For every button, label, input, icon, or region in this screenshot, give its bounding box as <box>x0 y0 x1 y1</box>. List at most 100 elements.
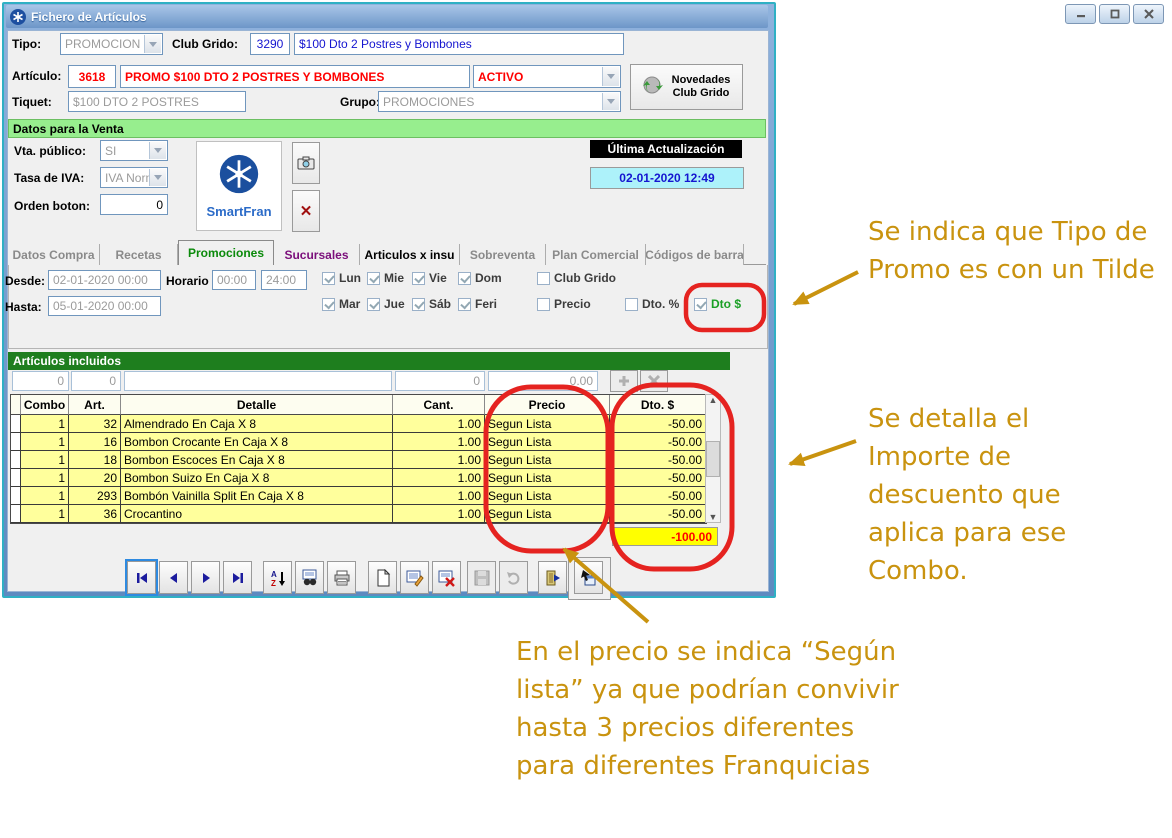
tab-recetas[interactable]: Recetas <box>100 244 178 265</box>
table-row[interactable]: 1 293 Bombón Vainilla Split En Caja X 8 … <box>11 487 706 505</box>
horario-hasta-input[interactable]: 24:00 <box>261 270 307 290</box>
tab-plan-comercial[interactable]: Plan Comercial <box>546 244 646 265</box>
scroll-thumb[interactable] <box>706 441 720 477</box>
undo-button[interactable] <box>499 561 528 594</box>
checkbox-icon <box>367 272 380 285</box>
articulo-label: Artículo: <box>12 69 61 83</box>
sort-button[interactable]: AZ <box>263 561 292 594</box>
filter-detalle-input[interactable] <box>124 371 392 391</box>
table-row[interactable]: 1 18 Bombon Escoces En Caja X 8 1.00 Seg… <box>11 451 706 469</box>
desde-input[interactable]: 02-01-2020 00:00 <box>48 270 161 290</box>
chevron-down-icon[interactable] <box>144 35 161 53</box>
col-art[interactable]: Art. <box>69 395 121 415</box>
checkbox-lun[interactable]: Lun <box>322 271 361 285</box>
filter-precio-input[interactable]: 0.00 <box>488 371 598 391</box>
checkbox-sab[interactable]: Sáb <box>412 297 451 311</box>
chevron-down-icon[interactable] <box>602 93 619 110</box>
delete-record-button[interactable] <box>432 561 461 594</box>
cell-detalle: Almendrado En Caja X 8 <box>121 415 393 433</box>
table-row[interactable]: 1 20 Bombon Suizo En Caja X 8 1.00 Segun… <box>11 469 706 487</box>
tab-promociones[interactable]: Promociones <box>178 240 274 265</box>
col-detalle[interactable]: Detalle <box>121 395 393 415</box>
filter-art-input[interactable]: 0 <box>71 371 121 391</box>
col-cant[interactable]: Cant. <box>393 395 485 415</box>
arrow-to-dto-column <box>790 441 856 464</box>
checkbox-vie[interactable]: Vie <box>412 271 447 285</box>
chevron-down-icon[interactable] <box>149 169 166 186</box>
first-record-button[interactable] <box>127 561 156 594</box>
tiquet-field[interactable]: $100 DTO 2 POSTRES <box>68 91 246 112</box>
orden-boton-input[interactable]: 0 <box>100 194 168 215</box>
save-button[interactable] <box>467 561 496 594</box>
last-record-button[interactable] <box>223 561 252 594</box>
edit-record-button[interactable] <box>400 561 429 594</box>
tasa-iva-select[interactable]: IVA Normal <box>100 167 168 188</box>
cell-dto: -50.00 <box>610 451 706 469</box>
checkbox-jue[interactable]: Jue <box>367 297 405 311</box>
col-combo[interactable]: Combo <box>21 395 69 415</box>
cell-art: 18 <box>69 451 121 469</box>
filter-combo-input[interactable]: 0 <box>12 371 69 391</box>
articulo-name-field[interactable]: PROMO $100 DTO 2 POSTRES Y BOMBONES <box>120 65 470 88</box>
vta-publico-select[interactable]: SI <box>100 140 168 161</box>
tab-codigos-de-barra[interactable]: Códigos de barra <box>646 244 744 265</box>
print-button[interactable] <box>327 561 356 594</box>
tab-articulos-x-insu[interactable]: Articulos x insu <box>360 244 460 265</box>
tab-datos-compra[interactable]: Datos Compra <box>8 244 100 265</box>
search-button[interactable] <box>295 561 324 594</box>
cell-dto: -50.00 <box>610 469 706 487</box>
club-grido-name-field[interactable]: $100 Dto 2 Postres y Bombones <box>294 33 624 55</box>
transfer-button[interactable] <box>574 561 603 594</box>
articulos-section-header: Artículos incluidos <box>8 352 730 370</box>
close-button[interactable] <box>1133 4 1164 24</box>
scroll-down-icon[interactable]: ▼ <box>709 512 718 522</box>
club-grido-code: 3290 <box>257 37 284 51</box>
tipo-select[interactable]: PROMOCION <box>60 33 163 55</box>
col-precio[interactable]: Precio <box>485 395 610 415</box>
chevron-down-icon[interactable] <box>149 142 166 159</box>
checkbox-dom[interactable]: Dom <box>458 271 502 285</box>
scroll-up-icon[interactable]: ▲ <box>709 395 718 405</box>
window-titlebar[interactable]: Fichero de Artículos <box>6 5 768 28</box>
grupo-select[interactable]: PROMOCIONES <box>378 91 621 112</box>
articulo-code-field[interactable]: 3618 <box>68 65 116 88</box>
horario-desde-input[interactable]: 00:00 <box>212 270 256 290</box>
annotation-segun-lista: En el precio se indica “Según lista” ya … <box>516 633 912 785</box>
exit-button[interactable] <box>538 561 567 594</box>
tab-sobreventa[interactable]: Sobreventa <box>460 244 546 265</box>
novedades-club-grido-button[interactable]: Novedades Club Grido <box>630 64 743 110</box>
tab-sucursales[interactable]: Sucursales <box>274 244 360 265</box>
camera-button[interactable] <box>292 142 320 184</box>
delete-image-button[interactable]: ✕ <box>292 190 320 232</box>
maximize-button[interactable] <box>1099 4 1130 24</box>
edit-document-icon <box>406 569 424 587</box>
add-row-button[interactable] <box>610 370 638 392</box>
club-grido-code-field[interactable]: 3290 <box>250 33 290 55</box>
table-scrollbar[interactable]: ▲ ▼ <box>705 394 721 523</box>
checkbox-dto-pesos[interactable]: Dto $ <box>694 297 741 311</box>
checkbox-club-grido[interactable]: Club Grido <box>537 271 616 285</box>
checkbox-mar[interactable]: Mar <box>322 297 360 311</box>
filter-cant-input[interactable]: 0 <box>395 371 485 391</box>
estado-select[interactable]: ACTIVO <box>473 65 621 88</box>
chevron-down-icon[interactable] <box>602 67 619 86</box>
new-record-button[interactable] <box>368 561 397 594</box>
table-row[interactable]: 1 16 Bombon Crocante En Caja X 8 1.00 Se… <box>11 433 706 451</box>
articulo-name: PROMO $100 DTO 2 POSTRES Y BOMBONES <box>125 70 384 84</box>
checkbox-feri[interactable]: Feri <box>458 297 497 311</box>
table-row[interactable]: 1 32 Almendrado En Caja X 8 1.00 Segun L… <box>11 415 706 433</box>
next-record-button[interactable] <box>191 561 220 594</box>
checkbox-mie[interactable]: Mie <box>367 271 404 285</box>
checkbox-dto-pct[interactable]: Dto. % <box>625 297 679 311</box>
remove-row-button[interactable] <box>640 370 668 392</box>
hasta-label: Hasta: <box>5 300 42 314</box>
hasta-input[interactable]: 05-01-2020 00:00 <box>48 296 161 316</box>
previous-record-button[interactable] <box>159 561 188 594</box>
checkbox-precio[interactable]: Precio <box>537 297 591 311</box>
cell-cant: 1.00 <box>393 505 485 523</box>
col-dto[interactable]: Dto. $ <box>610 395 706 415</box>
cell-precio: Segun Lista <box>485 451 610 469</box>
row-indicator <box>11 395 21 415</box>
table-row[interactable]: 1 36 Crocantino 1.00 Segun Lista -50.00 <box>11 505 706 523</box>
minimize-button[interactable] <box>1065 4 1096 24</box>
